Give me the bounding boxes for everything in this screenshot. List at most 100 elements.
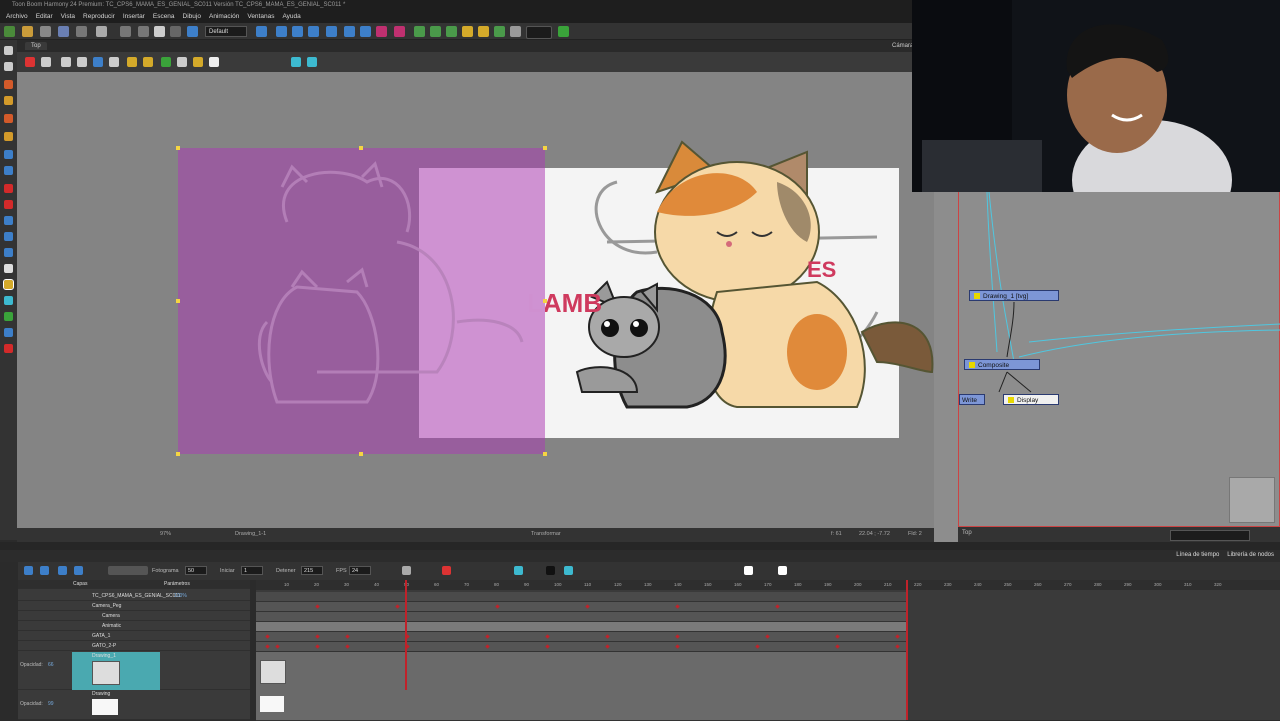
cutter-tool-icon[interactable] <box>4 184 13 193</box>
layer-row[interactable]: TC_CPS6_MAMA_ES_GENIAL_SC011 100% <box>18 592 250 601</box>
safe-area-icon[interactable] <box>494 26 505 37</box>
check-icon[interactable] <box>558 26 569 37</box>
onion-skin-icon[interactable] <box>292 26 303 37</box>
zoom-level[interactable]: 97% <box>160 531 171 537</box>
track-drawing[interactable] <box>256 690 906 721</box>
menu-item-7[interactable]: Animación <box>205 11 243 23</box>
undo-icon[interactable] <box>96 26 107 37</box>
light-table-icon[interactable] <box>308 26 319 37</box>
rotate-view-icon[interactable] <box>4 264 13 273</box>
view-status-icons[interactable] <box>21 531 141 539</box>
track-gata[interactable] <box>256 632 906 642</box>
timeline-tracks[interactable]: 1020304050607080901001101201301401501601… <box>256 580 1280 721</box>
deform-icon[interactable] <box>446 26 457 37</box>
menu-item-9[interactable]: Ayuda <box>278 11 304 23</box>
camera-icon[interactable] <box>462 26 473 37</box>
spline-tool-icon[interactable] <box>4 328 13 337</box>
snap-icon[interactable] <box>256 26 267 37</box>
film-icon[interactable] <box>546 566 555 575</box>
redo-icon[interactable] <box>120 26 131 37</box>
stop-input[interactable]: 215 <box>301 566 323 575</box>
track-camera-peg[interactable] <box>256 602 906 612</box>
eraser-tool-icon[interactable] <box>4 114 13 123</box>
panel-divider[interactable] <box>0 542 1280 550</box>
opacity-value[interactable]: 66 <box>48 661 54 670</box>
track-animatic[interactable] <box>256 622 906 632</box>
select-tool-icon[interactable] <box>4 46 13 55</box>
stop-motion-icon[interactable] <box>744 566 753 575</box>
menu-item-6[interactable]: Dibujo <box>179 11 205 23</box>
overlay-icon[interactable] <box>93 57 103 67</box>
lock-all-icon[interactable] <box>143 57 153 67</box>
brush-icon[interactable] <box>161 57 171 67</box>
lock-view-icon[interactable] <box>109 57 119 67</box>
tab-timeline[interactable]: Línea de tiempo <box>1176 552 1219 558</box>
render-icon[interactable] <box>510 26 521 37</box>
layer-row-drawing[interactable]: Drawing Opacidad: 99 <box>18 690 250 720</box>
transform-icon[interactable] <box>291 57 301 67</box>
frame-input[interactable]: 50 <box>185 566 207 575</box>
grid-icon[interactable] <box>276 26 287 37</box>
scene-end-marker[interactable] <box>906 580 908 720</box>
motion-keyframe-icon[interactable] <box>564 566 573 575</box>
workspace-icon[interactable] <box>187 26 198 37</box>
node-enable-icon[interactable] <box>1008 397 1014 404</box>
layer-row[interactable]: GATA_1 <box>18 632 250 641</box>
lock-icon[interactable] <box>127 57 137 67</box>
new-scene-icon[interactable] <box>4 26 15 37</box>
camera-view[interactable]: LAMB ES <box>17 72 934 528</box>
save-as-icon[interactable] <box>58 26 69 37</box>
frame-ruler[interactable]: 1020304050607080901001101201301401501601… <box>256 580 1280 590</box>
disable-icon[interactable] <box>394 26 405 37</box>
hand-tool-icon[interactable] <box>4 232 13 241</box>
layer-row[interactable]: Camera_Peg <box>18 602 250 611</box>
bone-icon[interactable] <box>414 26 425 37</box>
node-write[interactable]: Write <box>959 394 985 405</box>
node-drawing-1[interactable]: Drawing_1 [tvg] <box>969 290 1059 301</box>
grid-view-icon[interactable] <box>61 57 71 67</box>
track-scene[interactable] <box>256 592 906 602</box>
tab-top[interactable]: Top <box>25 42 47 50</box>
add-keyframe-icon[interactable] <box>326 26 337 37</box>
animate-mode-icon[interactable] <box>25 57 35 67</box>
loop-icon[interactable] <box>58 566 67 575</box>
track-camera[interactable] <box>256 612 906 622</box>
layer-row-drawing-1[interactable]: Drawing_1 Opacidad: 66 <box>18 652 250 690</box>
zoom-tool-icon[interactable] <box>4 248 13 257</box>
stamp-tool-icon[interactable] <box>4 200 13 209</box>
preset-select[interactable] <box>526 26 552 39</box>
shape-tool-icon[interactable] <box>4 166 13 175</box>
peg-icon[interactable] <box>430 26 441 37</box>
paint-tool-icon[interactable] <box>4 132 13 141</box>
menu-item-4[interactable]: Insertar <box>119 11 149 23</box>
fps-input[interactable]: 24 <box>349 566 371 575</box>
menu-item-0[interactable]: Archivo <box>2 11 32 23</box>
node-view[interactable]: Drawing_1 [tvg] Composite Write Display … <box>934 192 1280 542</box>
node-composite[interactable]: Composite <box>964 359 1040 370</box>
timeline-end-icon[interactable] <box>778 566 787 575</box>
node-view-canvas[interactable]: Drawing_1 [tvg] Composite Write Display <box>958 192 1280 527</box>
settings-icon[interactable] <box>41 57 51 67</box>
workspace-select[interactable]: Default <box>205 26 247 37</box>
menu-item-2[interactable]: Vista <box>57 11 79 23</box>
tab-camera[interactable]: Cámara <box>892 43 913 49</box>
import-icon[interactable] <box>76 26 87 37</box>
node-enable-icon[interactable] <box>969 362 975 369</box>
menu-item-8[interactable]: Ventanas <box>243 11 278 23</box>
motion-icon[interactable] <box>344 26 355 37</box>
save-icon[interactable] <box>40 26 51 37</box>
sound-icon[interactable] <box>74 566 83 575</box>
pen-icon[interactable] <box>177 57 187 67</box>
contour-editor-icon[interactable] <box>4 62 13 71</box>
menu-item-3[interactable]: Reproducir <box>79 11 119 23</box>
playback-slider[interactable] <box>108 566 148 575</box>
paste-icon[interactable] <box>170 26 181 37</box>
transform-tool-icon[interactable] <box>3 279 14 290</box>
node-search-input[interactable] <box>1170 530 1250 541</box>
node-enable-icon[interactable] <box>974 293 980 300</box>
enable-icon[interactable] <box>376 26 387 37</box>
track-drawing-1[interactable] <box>256 652 906 691</box>
copy-icon[interactable] <box>154 26 165 37</box>
ease-icon[interactable] <box>514 566 523 575</box>
play-icon[interactable] <box>24 566 33 575</box>
